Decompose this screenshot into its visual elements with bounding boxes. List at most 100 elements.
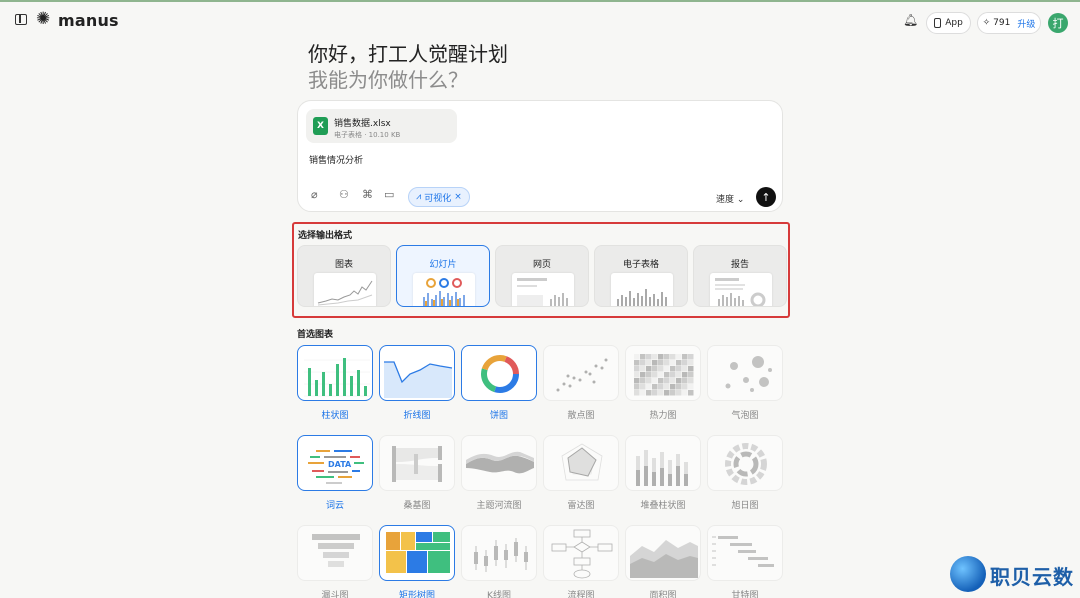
attached-file-chip[interactable]: X 销售数据.xlsx 电子表格 · 10.10 KB <box>306 109 457 143</box>
chart-option-label: 旭日图 <box>731 501 759 511</box>
wordcloud-center-word: DATA <box>328 460 352 469</box>
format-option-report[interactable]: 报告 <box>693 245 787 307</box>
format-option-webpage[interactable]: 网页 <box>495 245 589 307</box>
heatmap-cell <box>646 378 652 384</box>
sidebar-toggle-icon[interactable] <box>15 14 27 25</box>
chart-option-area[interactable] <box>625 525 701 581</box>
chart-option-label: 甘特图 <box>731 591 759 598</box>
chart-option-bubble[interactable] <box>707 345 783 401</box>
chart-option-themeriver[interactable] <box>461 435 537 491</box>
heatmap-cell <box>682 378 688 384</box>
bell-icon[interactable]: 🔔︎ <box>903 14 918 26</box>
speed-label: 速度 <box>716 195 735 205</box>
chart-option-pie[interactable] <box>461 345 537 401</box>
excel-file-icon: X <box>313 117 328 135</box>
heatmap-cell <box>670 366 676 372</box>
chart-option-label: 漏斗图 <box>321 591 349 598</box>
chart-option-heatmap[interactable] <box>625 345 701 401</box>
heatmap-cell <box>688 378 694 384</box>
heatmap-cell <box>664 354 670 360</box>
chart-option-label: 矩形树图 <box>398 591 435 598</box>
heatmap-cell <box>688 366 694 372</box>
heatmap-cell <box>652 360 658 366</box>
connector-icon[interactable]: ⚇ <box>339 189 349 201</box>
heatmap-cell <box>664 366 670 372</box>
heatmap-cell <box>646 354 652 360</box>
chat-bubble-icon[interactable]: ▭ <box>384 189 394 201</box>
heatmap-cell <box>652 366 658 372</box>
upgrade-link[interactable]: 升级 <box>1017 17 1035 30</box>
paperclip-icon[interactable]: ⌀ <box>311 189 318 201</box>
chart-option-label: 面积图 <box>649 591 677 598</box>
chart-option-funnel[interactable] <box>297 525 373 581</box>
heatmap-cell <box>664 360 670 366</box>
speed-selector[interactable]: 速度 ⌄ <box>716 192 744 205</box>
format-option-spreadsheet[interactable]: 电子表格 <box>594 245 688 307</box>
heatmap-cell <box>652 390 658 396</box>
heatmap-cell <box>682 360 688 366</box>
chart-option-label: 堆叠柱状图 <box>640 501 686 511</box>
heatmap-cell <box>640 378 646 384</box>
grid-tools-icon[interactable]: ⌘ <box>362 189 373 201</box>
chart-option-label: 气泡图 <box>731 411 759 421</box>
format-option-label: 幻灯片 <box>429 260 457 270</box>
chart-option-label: K线图 <box>487 591 511 598</box>
format-option-label: 图表 <box>334 260 353 270</box>
chart-option-stacked-bar[interactable] <box>625 435 701 491</box>
close-icon[interactable]: × <box>454 192 462 202</box>
heatmap-cell <box>658 390 664 396</box>
greeting-subtitle: 我能为你做什么？ <box>308 68 468 92</box>
chart-option-treemap[interactable] <box>379 525 455 581</box>
heatmap-cell <box>670 372 676 378</box>
send-button[interactable]: ↑ <box>756 187 776 207</box>
chart-option-flowchart[interactable] <box>543 525 619 581</box>
heatmap-cell <box>640 372 646 378</box>
heatmap-cell <box>658 360 664 366</box>
chart-option-radar[interactable] <box>543 435 619 491</box>
chart-option-label: 词云 <box>325 501 344 511</box>
arrow-up-icon: ↑ <box>761 190 771 204</box>
chart-option-wordcloud[interactable]: DATA <box>297 435 373 491</box>
spreadsheet-preview-thumbnail <box>611 273 673 306</box>
chart-option-candlestick[interactable] <box>461 525 537 581</box>
heatmap-cell <box>664 372 670 378</box>
manus-logo-icon: ✺ <box>36 9 51 29</box>
heatmap-cell <box>658 354 664 360</box>
chart-preview-thumbnail <box>314 273 376 306</box>
logo-text: manus <box>58 11 119 30</box>
chart-option-label: 柱状图 <box>321 411 349 421</box>
format-option-slides[interactable]: 幻灯片 <box>396 245 490 307</box>
heatmap-cell <box>688 360 694 366</box>
app-button[interactable]: App <box>926 12 971 34</box>
heatmap-cell <box>634 372 640 378</box>
chart-option-gantt[interactable] <box>707 525 783 581</box>
format-option-label: 网页 <box>532 260 551 270</box>
heatmap-cell <box>664 378 670 384</box>
heatmap-cell <box>664 390 670 396</box>
chart-option-sankey[interactable] <box>379 435 455 491</box>
chevron-down-icon: ⌄ <box>736 195 745 205</box>
format-option-chart[interactable]: 图表 <box>297 245 391 307</box>
chart-option-label: 散点图 <box>567 411 595 421</box>
visualization-tag-label: 可视化 <box>424 193 452 204</box>
chart-option-label: 主题河流图 <box>476 501 522 511</box>
chart-option-bar[interactable] <box>297 345 373 401</box>
watermark-logo-icon <box>950 556 986 592</box>
prompt-input[interactable]: 销售情况分析 <box>309 153 363 166</box>
heatmap-cell <box>634 360 640 366</box>
heatmap-cell <box>664 384 670 390</box>
heatmap-cell <box>640 366 646 372</box>
avatar[interactable]: 打 <box>1048 13 1068 33</box>
heatmap-cell <box>634 390 640 396</box>
heatmap-cell <box>652 378 658 384</box>
composer: X 销售数据.xlsx 电子表格 · 10.10 KB 销售情况分析 ⌀ ⚇ ⌘… <box>297 100 783 212</box>
credits-button[interactable]: ✧ 791 升级 <box>977 12 1041 34</box>
output-format-section: 选择输出格式 图表 幻灯片 网页 电子表格 报告 <box>292 222 790 318</box>
visualization-tag[interactable]: ⩘ 可视化 × <box>408 187 470 207</box>
heatmap-cell <box>670 390 676 396</box>
chart-line-icon: ⩘ <box>416 192 422 202</box>
heatmap-cell <box>646 360 652 366</box>
chart-option-line[interactable] <box>379 345 455 401</box>
chart-option-scatter[interactable] <box>543 345 619 401</box>
chart-option-sunburst[interactable] <box>707 435 783 491</box>
